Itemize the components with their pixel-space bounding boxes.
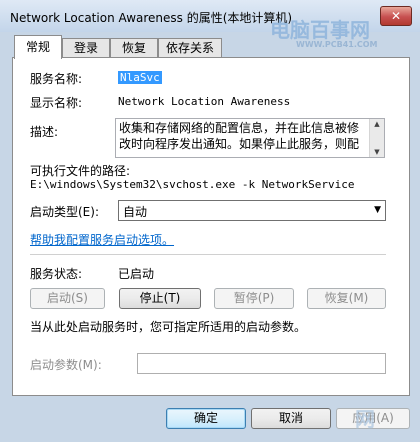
title-bar[interactable]: Network Location Awareness 的属性(本地计算机) 电脑…: [0, 0, 420, 49]
startup-type-label: 启动类型(E):: [30, 205, 99, 219]
description-line: 改时向程序发出通知。如果停止此服务，则配: [119, 137, 360, 151]
tab-label: 恢复: [121, 41, 146, 55]
watermark-corner: 网: [355, 407, 375, 431]
description-label: 描述:: [30, 125, 59, 139]
resume-button[interactable]: 恢复(M): [307, 288, 386, 309]
description-line: 收集和存储网络的配置信息，并在此信息被修: [119, 121, 360, 135]
tab-label: 依存关系: [165, 41, 214, 55]
watermark-url: WWW.PCB41.COM: [296, 40, 378, 49]
pause-button[interactable]: 暂停(P): [214, 288, 294, 309]
start-params-input[interactable]: [137, 353, 386, 374]
description-scrollbar[interactable]: ▲ ▼: [369, 119, 384, 157]
scroll-up-icon[interactable]: ▲: [370, 119, 384, 129]
display-name-value[interactable]: Network Location Awareness: [118, 95, 290, 108]
service-name-value[interactable]: NlaSvc: [118, 71, 162, 84]
description-text: 收集和存储网络的配置信息，并在此信息被修 改时向程序发出通知。如果停止此服务，则…: [119, 120, 369, 152]
tab-logon[interactable]: 登录: [62, 38, 110, 58]
service-name-label: 服务名称:: [30, 72, 83, 86]
chevron-down-icon: ▼: [374, 205, 381, 215]
ok-button[interactable]: 确定: [166, 408, 246, 429]
cancel-button[interactable]: 取消: [251, 408, 331, 429]
description-box[interactable]: 收集和存储网络的配置信息，并在此信息被修 改时向程序发出通知。如果停止此服务，则…: [115, 118, 385, 158]
window-title: Network Location Awareness 的属性(本地计算机): [10, 11, 293, 25]
help-startup-link[interactable]: 帮助我配置服务启动选项。: [30, 231, 174, 248]
start-params-hint: 当从此处启动服务时，您可指定所适用的启动参数。: [30, 320, 307, 334]
close-icon: ✕: [390, 9, 402, 23]
start-button[interactable]: 启动(S): [30, 288, 105, 309]
tab-label: 常规: [25, 40, 50, 54]
start-params-label: 启动参数(M):: [30, 358, 102, 372]
tab-label: 登录: [73, 41, 98, 55]
divider: [30, 254, 386, 255]
tab-recovery[interactable]: 恢复: [110, 38, 158, 58]
tab-general[interactable]: 常规: [14, 35, 62, 59]
stop-button[interactable]: 停止(T): [119, 288, 201, 309]
close-button[interactable]: ✕: [380, 6, 412, 26]
exe-path-label: 可执行文件的路径:: [30, 164, 131, 178]
service-status-value: 已启动: [118, 267, 155, 281]
scroll-down-icon[interactable]: ▼: [370, 147, 384, 157]
startup-type-select[interactable]: 自动 ▼: [118, 200, 386, 221]
tab-dependencies[interactable]: 依存关系: [158, 38, 222, 58]
service-status-label: 服务状态:: [30, 267, 83, 281]
display-name-label: 显示名称:: [30, 96, 83, 110]
startup-type-value: 自动: [123, 205, 148, 219]
exe-path-value[interactable]: E:\windows\System32\svchost.exe -k Netwo…: [30, 178, 355, 191]
watermark-logo: 电脑百事网: [270, 18, 370, 42]
